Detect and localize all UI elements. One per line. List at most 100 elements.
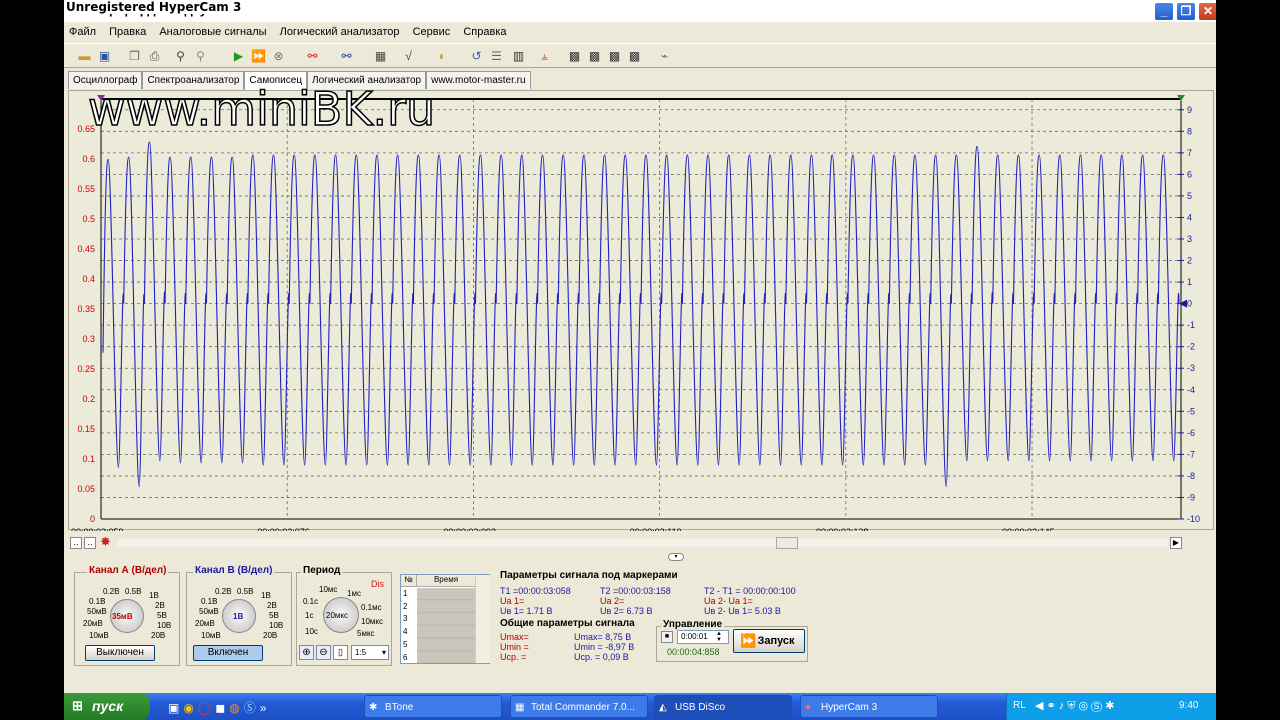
- module-1-icon[interactable]: ▩: [566, 48, 583, 64]
- ql-opera-icon[interactable]: ◯: [198, 701, 215, 715]
- right-axis-tick-label: 9: [1187, 105, 1192, 115]
- right-axis-tick-label: 0: [1187, 299, 1192, 309]
- channel-a-tick: 20мВ: [83, 619, 103, 628]
- left-axis-tick-label: 0.35: [77, 304, 95, 314]
- menu-analog[interactable]: Аналоговые сигналы: [154, 22, 271, 42]
- table-row[interactable]: 1: [403, 588, 407, 601]
- menu-logic[interactable]: Логический анализатор: [275, 22, 405, 42]
- save-icon[interactable]: ▣: [96, 48, 113, 64]
- table-row[interactable]: 4: [403, 626, 407, 639]
- time-scroll-strip: ‥ ‥ ✸ ▶ ▾: [68, 535, 1214, 561]
- right-axis-tick-label: -1: [1187, 320, 1195, 330]
- menu-bar: Файл Правка Аналоговые сигналы Логически…: [64, 22, 1216, 42]
- table-row[interactable]: 5: [403, 639, 407, 652]
- module-4-icon[interactable]: ▩: [626, 48, 643, 64]
- scale-select[interactable]: 1:5 ▾: [351, 645, 389, 660]
- task-hypercam[interactable]: ● HyperCam 3: [800, 695, 938, 718]
- waveform-chart: 0.650.60.550.50.450.40.350.30.250.20.150…: [71, 95, 1200, 531]
- scroll-right-button[interactable]: ▶: [1170, 537, 1182, 549]
- zero-level-marker: [1179, 299, 1187, 308]
- zoom-in-icon[interactable]: ⊕: [299, 645, 314, 660]
- play-continuous-icon[interactable]: ⏩: [250, 48, 267, 64]
- scroll-track[interactable]: [118, 539, 1168, 547]
- print-icon[interactable]: ⎙: [146, 48, 163, 64]
- menu-help[interactable]: Справка: [458, 22, 511, 42]
- open-folder-icon[interactable]: ▬: [76, 48, 93, 64]
- left-axis-tick-label: 0.55: [77, 184, 95, 194]
- tray-app-icon[interactable]: ◎: [1078, 700, 1091, 712]
- left-axis-tick-label: 0.2: [82, 394, 95, 404]
- interval-stepper[interactable]: ▲ ▼: [713, 631, 725, 643]
- start-button-xp[interactable]: ⊞ пуск: [64, 693, 150, 720]
- ql-expand-icon[interactable]: »: [260, 701, 271, 715]
- zoom-fit-icon[interactable]: ⚲: [192, 48, 209, 64]
- zoom-icon[interactable]: ⚲: [172, 48, 189, 64]
- ql-chrome-icon[interactable]: ◉: [183, 701, 197, 715]
- minimize-button[interactable]: _: [1154, 2, 1174, 21]
- tray-shield-icon[interactable]: ⛨: [1067, 700, 1078, 712]
- zoom-out-icon[interactable]: ⊖: [316, 645, 331, 660]
- stop-square-icon[interactable]: ■: [661, 631, 673, 643]
- table-row[interactable]: 3: [403, 613, 407, 626]
- table-row[interactable]: 6: [403, 652, 407, 665]
- list-icon[interactable]: ☰: [488, 48, 505, 64]
- formula-icon[interactable]: √: [400, 48, 417, 64]
- start-button[interactable]: ⏩ Запуск: [733, 629, 805, 653]
- marker-table[interactable]: № Время 1 2 3 4 5 6: [400, 574, 490, 664]
- scroll-left-button[interactable]: ‥: [84, 537, 96, 549]
- ql-app-icon[interactable]: ▣: [168, 701, 183, 715]
- menu-edit[interactable]: Правка: [104, 22, 151, 42]
- marker-time-column: [417, 588, 475, 663]
- marker-bug-icon[interactable]: ✸: [100, 535, 114, 549]
- grid-icon[interactable]: ▥: [510, 48, 527, 64]
- x-tick-label: 00:00:03:059: [71, 527, 124, 531]
- close-button[interactable]: ✕: [1198, 2, 1216, 21]
- refresh-icon[interactable]: ↺: [468, 48, 485, 64]
- probe-icon[interactable]: ⌁: [656, 48, 673, 64]
- period-dis-label: Dis: [371, 579, 384, 589]
- copy-icon[interactable]: ❐: [126, 48, 143, 64]
- channel-b-signal-icon[interactable]: ⚯: [338, 48, 355, 64]
- channel-a-toggle-button[interactable]: Выключен: [85, 645, 155, 661]
- channel-b-tick: 2В: [267, 601, 277, 610]
- scroll-thumb[interactable]: [776, 537, 798, 549]
- waveform-plot[interactable]: 0.65 0.6 0.55 0.5 0.45 0.4 0.35 0.3 0.25 0.2 0.15 0…: [68, 90, 1214, 531]
- tray-skype-icon[interactable]: Ⓢ: [1091, 700, 1105, 712]
- table-row[interactable]: 2: [403, 601, 407, 614]
- play-icon[interactable]: ▶: [230, 48, 247, 64]
- module-2-icon[interactable]: ▩: [586, 48, 603, 64]
- period-group: Период Dis 10мс 1мс 0.1с 0.1мс 1с 10мкс …: [296, 565, 392, 666]
- module-3-icon[interactable]: ▩: [606, 48, 623, 64]
- ql-media-icon[interactable]: ◼: [215, 701, 229, 715]
- tab-website[interactable]: www.motor-master.ru: [426, 71, 531, 89]
- menu-service[interactable]: Сервис: [408, 22, 456, 42]
- marker-icon[interactable]: ◐: [434, 48, 451, 64]
- task-label: BTone: [385, 702, 414, 713]
- scroll-left-small-button[interactable]: ‥: [70, 537, 82, 549]
- stop-icon[interactable]: ⊗: [270, 48, 287, 64]
- clock: 9:40: [1179, 700, 1199, 711]
- ql-skype-icon[interactable]: Ⓢ: [244, 701, 260, 715]
- umax-b: Umax= 8,75 В: [574, 632, 632, 642]
- task-usb-disco[interactable]: ◭ USB DiSco: [654, 695, 792, 718]
- task-btone[interactable]: ✱ BTone: [364, 695, 502, 718]
- language-indicator[interactable]: RL: [1013, 700, 1026, 711]
- channel-a-signal-icon[interactable]: ⚯: [304, 48, 321, 64]
- menu-file[interactable]: Файл: [64, 22, 101, 42]
- task-total-commander[interactable]: ▦ Total Commander 7.0...: [510, 695, 648, 718]
- page-icon[interactable]: ▯: [333, 645, 348, 660]
- tray-network-icon[interactable]: ⚭: [1046, 700, 1058, 712]
- marker-table-scrollbar[interactable]: [475, 575, 490, 663]
- collapse-panel-icon[interactable]: ▾: [668, 553, 684, 561]
- left-axis-tick-label: 0: [90, 514, 95, 524]
- car-lift-icon[interactable]: ⫨: [536, 48, 553, 64]
- tray-bluetooth-icon[interactable]: ✱: [1105, 700, 1117, 712]
- channel-b-toggle-button[interactable]: Включен: [193, 645, 263, 661]
- tray-sound-icon[interactable]: ♪: [1059, 700, 1068, 712]
- tray-back-icon[interactable]: ◀: [1035, 700, 1046, 712]
- ql-firefox-icon[interactable]: ◍: [229, 701, 243, 715]
- maximize-button[interactable]: ❐: [1176, 2, 1196, 21]
- right-axis-tick-label: -8: [1187, 471, 1195, 481]
- calculator-icon[interactable]: ▦: [372, 48, 389, 64]
- channel-b-title: Канал B (В/дел): [193, 565, 275, 576]
